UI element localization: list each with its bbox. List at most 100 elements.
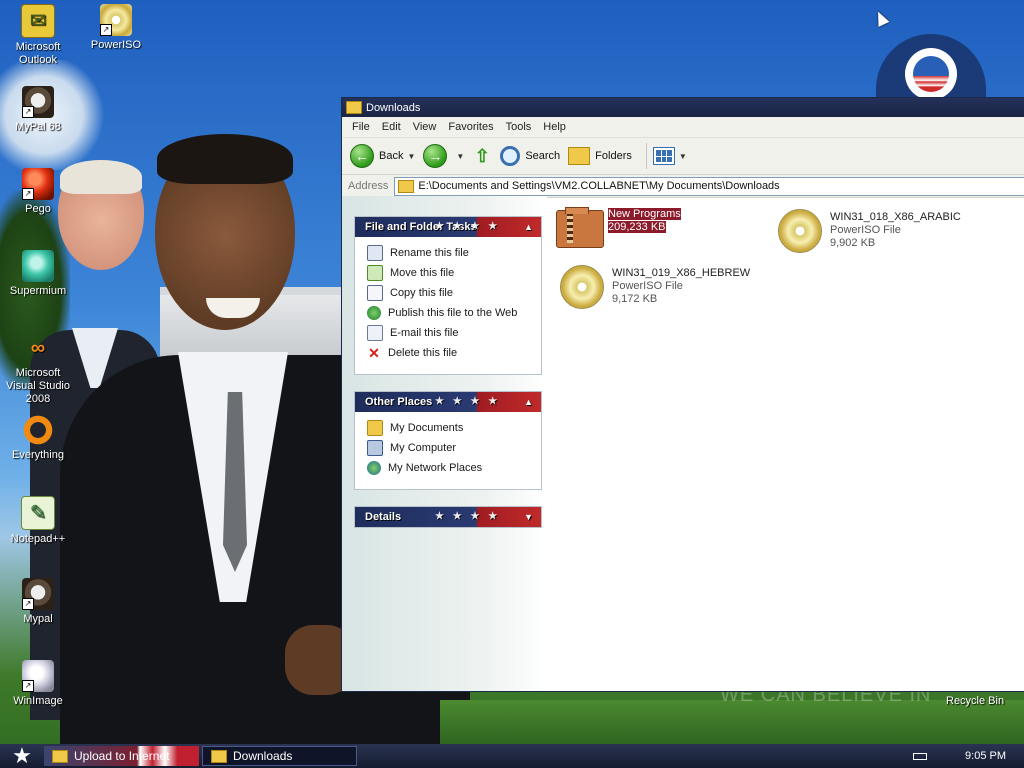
desktop-icon-poweriso[interactable]: ↗ PowerISO — [79, 4, 153, 52]
desktop-icon-visual-studio[interactable]: ∞ Microsoft Visual Studio 2008 — [1, 332, 75, 406]
task-publish-web[interactable]: Publish this file to the Web — [367, 303, 533, 323]
desktop-icon-notepad-plus-plus[interactable]: ✎ Notepad++ — [1, 496, 75, 546]
keyboard-tray-icon[interactable] — [913, 753, 927, 760]
file-name: WIN31_019_X86_HEBREW — [612, 267, 751, 279]
taskbar-item-label: Downloads — [233, 749, 293, 763]
task-label: Move this file — [390, 267, 455, 279]
mouse-cursor-icon — [872, 9, 890, 27]
task-label: E-mail this file — [390, 327, 459, 339]
file-size: 209,233 KB — [608, 221, 666, 233]
forward-arrow-icon: → — [423, 144, 448, 168]
window-content: File and Folder Tasks ★ ★ ★ ★ ▲ Rename t… — [342, 196, 1024, 691]
collapse-icon[interactable]: ▲ — [524, 392, 533, 412]
folder-icon — [346, 101, 362, 114]
my-documents-icon — [367, 420, 383, 436]
email-icon — [367, 325, 383, 341]
place-label: My Computer — [390, 442, 457, 454]
back-button[interactable]: ← Back ▼ — [350, 144, 415, 168]
desktop-icon-label: Pego — [25, 203, 51, 215]
back-label: Back — [379, 150, 404, 162]
file-item[interactable]: New Programs 209,233 KB — [556, 206, 776, 250]
everything-icon — [22, 414, 54, 446]
taskbar: ★ Upload to Internet Downloads 9:05 PM — [0, 744, 1024, 768]
task-copy[interactable]: Copy this file — [367, 283, 533, 303]
views-button[interactable]: ▼ — [652, 147, 687, 165]
desktop-icon-everything[interactable]: Everything — [1, 414, 75, 462]
expand-icon[interactable]: ▼ — [524, 507, 533, 527]
place-my-documents[interactable]: My Documents — [367, 418, 533, 438]
chevron-down-icon[interactable]: ▼ — [456, 152, 464, 161]
desktop-icon-pego[interactable]: ↗ Pego — [1, 168, 75, 216]
other-places-title: Other Places — [365, 396, 433, 408]
place-network[interactable]: My Network Places — [367, 458, 533, 478]
disc-image-icon — [560, 265, 604, 309]
start-button[interactable]: ★ — [0, 744, 44, 768]
search-button[interactable]: Search — [500, 146, 560, 166]
folders-icon — [568, 147, 591, 165]
taskbar-clock[interactable]: 9:05 PM — [965, 744, 1006, 768]
collapse-icon[interactable]: ▲ — [524, 217, 533, 237]
menu-favorites[interactable]: Favorites — [442, 121, 499, 133]
menu-tools[interactable]: Tools — [500, 121, 538, 133]
folder-up-icon: ⇧ — [474, 145, 490, 166]
desktop-icon-supermium[interactable]: Supermium — [1, 250, 75, 298]
task-email[interactable]: E-mail this file — [367, 323, 533, 343]
folder-icon — [52, 749, 68, 763]
delete-icon: ✕ — [368, 345, 380, 361]
desktop-icon-label: Supermium — [9, 285, 67, 297]
menu-edit[interactable]: Edit — [376, 121, 407, 133]
task-delete[interactable]: ✕ Delete this file — [367, 343, 533, 363]
task-label: Copy this file — [390, 287, 453, 299]
task-rename[interactable]: Rename this file — [367, 243, 533, 263]
chevron-down-icon[interactable]: ▼ — [407, 152, 415, 161]
file-item[interactable]: WIN31_018_X86_ARABIC PowerISO File 9,902… — [778, 209, 998, 253]
address-bar: Address E:\Documents and Settings\VM2.CO… — [342, 175, 1024, 198]
taskbar-item-downloads[interactable]: Downloads — [202, 746, 357, 766]
file-name: New Programs — [608, 208, 681, 220]
address-label: Address — [348, 180, 389, 192]
window-titlebar[interactable]: Downloads — [342, 98, 1024, 117]
visual-studio-icon: ∞ — [30, 336, 46, 359]
desktop-icon-outlook[interactable]: ✉ Microsoft Outlook — [1, 4, 75, 67]
desktop-icon-mypal[interactable]: ↗ Mypal — [1, 578, 75, 626]
desktop-icon-label: Notepad++ — [10, 533, 66, 545]
details-header[interactable]: Details ★ ★ ★ ★ ▼ — [355, 507, 541, 527]
place-label: My Network Places — [388, 462, 483, 474]
folders-button[interactable]: Folders — [568, 147, 632, 165]
chevron-down-icon[interactable]: ▼ — [679, 152, 687, 161]
desktop-icon-label: Mypal — [23, 613, 53, 625]
move-icon — [367, 265, 383, 281]
desktop-icon-label: MyPal 68 — [15, 121, 61, 133]
forward-button[interactable]: → ▼ — [423, 144, 464, 168]
menu-bar: File Edit View Favorites Tools Help — [342, 117, 1024, 138]
task-move[interactable]: Move this file — [367, 263, 533, 283]
rename-icon — [367, 245, 383, 261]
desktop-icon-mypal68[interactable]: ↗ MyPal 68 — [1, 86, 75, 134]
file-item[interactable]: WIN31_019_X86_HEBREW PowerISO File 9,172… — [560, 265, 780, 309]
task-label: Rename this file — [390, 247, 469, 259]
taskbar-item-label: Upload to Internet — [74, 749, 170, 763]
stars-decoration: ★ ★ ★ ★ — [435, 221, 501, 232]
menu-help[interactable]: Help — [537, 121, 572, 133]
poweriso-icon: ↗ — [100, 4, 132, 36]
other-places-header[interactable]: Other Places ★ ★ ★ ★ ▲ — [355, 392, 541, 412]
up-button[interactable]: ⇧ — [472, 145, 492, 167]
place-my-computer[interactable]: My Computer — [367, 438, 533, 458]
address-value: E:\Documents and Settings\VM2.COLLABNET\… — [418, 180, 780, 192]
network-places-icon — [367, 461, 381, 475]
notepad-plus-plus-icon: ✎ — [21, 496, 55, 530]
taskbar-item-upload[interactable]: Upload to Internet — [44, 746, 199, 766]
file-tasks-header[interactable]: File and Folder Tasks ★ ★ ★ ★ ▲ — [355, 217, 541, 237]
recycle-bin-label[interactable]: Recycle Bin — [946, 695, 1004, 707]
folder-icon — [211, 749, 227, 763]
menu-file[interactable]: File — [346, 121, 376, 133]
desktop-icon-label: PowerISO — [90, 39, 142, 51]
menu-view[interactable]: View — [407, 121, 443, 133]
desktop-icon-label: Microsoft Visual Studio 2008 — [5, 367, 70, 405]
address-input[interactable]: E:\Documents and Settings\VM2.COLLABNET\… — [394, 176, 1024, 196]
file-tasks-panel: File and Folder Tasks ★ ★ ★ ★ ▲ Rename t… — [354, 216, 542, 375]
place-label: My Documents — [390, 422, 464, 434]
views-icon — [652, 147, 675, 165]
details-panel: Details ★ ★ ★ ★ ▼ — [354, 506, 542, 528]
desktop-icon-winimage[interactable]: ↗ WinImage — [1, 660, 75, 708]
